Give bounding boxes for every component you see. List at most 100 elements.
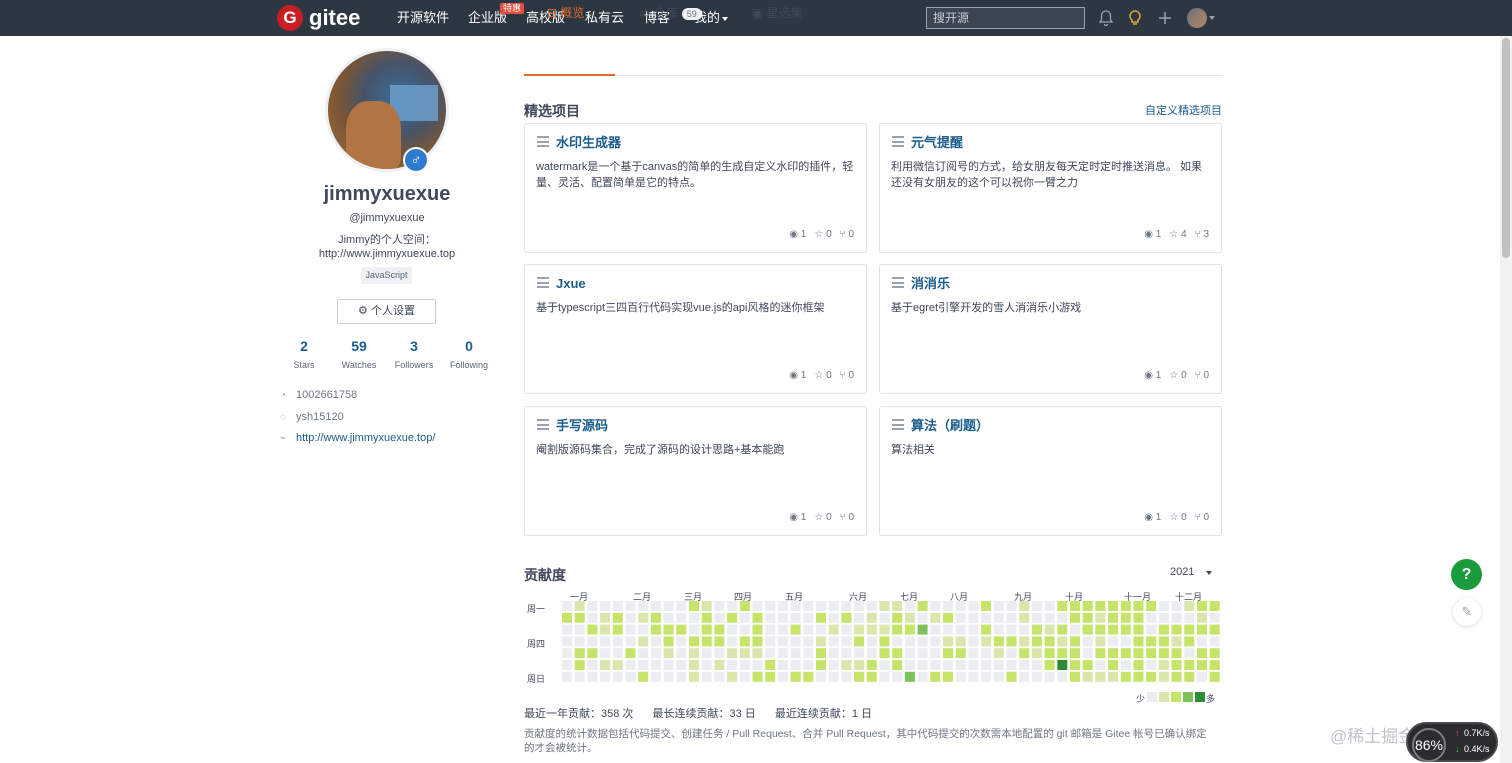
heatmap-cell[interactable] — [993, 612, 1004, 623]
heatmap-cell[interactable] — [1120, 612, 1131, 623]
heatmap-cell[interactable] — [828, 601, 839, 611]
heatmap-cell[interactable] — [917, 660, 928, 670]
heatmap-cell[interactable] — [612, 636, 623, 647]
heatmap-cell[interactable] — [752, 624, 763, 635]
heatmap-cell[interactable] — [866, 612, 877, 623]
heatmap-cell[interactable] — [612, 624, 623, 635]
heatmap-cell[interactable] — [1158, 624, 1169, 635]
customize-featured-link[interactable]: 自定义精选项目 — [1145, 102, 1222, 118]
chevron-down-icon[interactable] — [1209, 16, 1215, 20]
heatmap-cell[interactable] — [562, 624, 572, 635]
heatmap-cell[interactable] — [828, 660, 839, 670]
heatmap-cell[interactable] — [1133, 648, 1144, 659]
heatmap-cell[interactable] — [904, 624, 915, 635]
heatmap-cell[interactable] — [752, 601, 763, 611]
heatmap-cell[interactable] — [1070, 601, 1080, 611]
heatmap-cell[interactable] — [1095, 612, 1106, 623]
heatmap-cell[interactable] — [828, 636, 839, 647]
heatmap-cell[interactable] — [1146, 624, 1157, 635]
heatmap-cell[interactable] — [689, 624, 699, 635]
heatmap-cell[interactable] — [752, 671, 763, 682]
heatmap-cell[interactable] — [981, 648, 992, 659]
heatmap-cell[interactable] — [650, 636, 661, 647]
heatmap-cell[interactable] — [663, 660, 674, 670]
project-title[interactable]: 手写源码 — [556, 418, 608, 433]
heatmap-cell[interactable] — [1197, 648, 1207, 659]
lightbulb-icon[interactable] — [1127, 9, 1143, 27]
heatmap-cell[interactable] — [1031, 636, 1042, 647]
heatmap-cell[interactable] — [1057, 636, 1068, 647]
heatmap-cell[interactable] — [1006, 624, 1017, 635]
heatmap-cell[interactable] — [625, 648, 636, 659]
heatmap-cell[interactable] — [727, 636, 738, 647]
heatmap-cell[interactable] — [663, 624, 674, 635]
heatmap-cell[interactable] — [930, 671, 941, 682]
stat-watches[interactable]: 59 Watches — [332, 338, 386, 370]
heatmap-cell[interactable] — [638, 612, 649, 623]
heatmap-cell[interactable] — [676, 612, 687, 623]
heatmap-cell[interactable] — [917, 636, 928, 647]
heatmap-cell[interactable] — [993, 601, 1004, 611]
heatmap-cell[interactable] — [587, 671, 598, 682]
heatmap-cell[interactable] — [765, 612, 776, 623]
heatmap-cell[interactable] — [1031, 660, 1042, 670]
heatmap-cell[interactable] — [841, 648, 852, 659]
project-title[interactable]: 消消乐 — [911, 276, 950, 291]
heatmap-cell[interactable] — [866, 660, 877, 670]
heatmap-cell[interactable] — [892, 648, 903, 659]
heatmap-cell[interactable] — [1146, 648, 1157, 659]
heatmap-cell[interactable] — [1120, 660, 1131, 670]
heatmap-cell[interactable] — [968, 660, 979, 670]
heatmap-cell[interactable] — [727, 612, 738, 623]
heatmap-cell[interactable] — [1171, 660, 1182, 670]
heatmap-cell[interactable] — [727, 660, 738, 670]
heatmap-cell[interactable] — [917, 612, 928, 623]
heatmap-cell[interactable] — [828, 624, 839, 635]
heatmap-cell[interactable] — [1158, 636, 1169, 647]
heatmap-cell[interactable] — [1006, 648, 1017, 659]
heatmap-cell[interactable] — [1019, 671, 1030, 682]
heatmap-cell[interactable] — [663, 648, 674, 659]
tab-star-collections[interactable]: ▣ 星选集 — [752, 6, 803, 20]
heatmap-cell[interactable] — [841, 671, 852, 682]
heatmap-cell[interactable] — [816, 612, 826, 623]
heatmap-cell[interactable] — [663, 671, 674, 682]
heatmap-cell[interactable] — [625, 671, 636, 682]
heatmap-cell[interactable] — [638, 624, 649, 635]
heatmap-cell[interactable] — [1082, 648, 1093, 659]
nav-open-source[interactable]: 开源软件 — [397, 10, 449, 26]
heatmap-cell[interactable] — [879, 671, 890, 682]
heatmap-cell[interactable] — [866, 636, 877, 647]
heatmap-cell[interactable] — [1044, 671, 1055, 682]
heatmap-cell[interactable] — [828, 612, 839, 623]
heatmap-cell[interactable] — [612, 660, 623, 670]
heatmap-cell[interactable] — [739, 648, 750, 659]
heatmap-cell[interactable] — [816, 648, 826, 659]
heatmap-cell[interactable] — [701, 636, 712, 647]
heatmap-cell[interactable] — [1108, 636, 1119, 647]
heatmap-cell[interactable] — [1095, 671, 1106, 682]
heatmap-cell[interactable] — [1019, 624, 1030, 635]
heatmap-cell[interactable] — [803, 660, 814, 670]
heatmap-cell[interactable] — [1044, 612, 1055, 623]
heatmap-cell[interactable] — [1133, 671, 1144, 682]
heatmap-cell[interactable] — [981, 601, 992, 611]
heatmap-cell[interactable] — [574, 671, 585, 682]
heatmap-cell[interactable] — [1184, 671, 1195, 682]
search-input[interactable] — [926, 7, 1085, 29]
heatmap-cell[interactable] — [1209, 636, 1220, 647]
heatmap-cell[interactable] — [1209, 671, 1220, 682]
heatmap-cell[interactable] — [650, 648, 661, 659]
heatmap-cell[interactable] — [701, 624, 712, 635]
heatmap-cell[interactable] — [955, 601, 966, 611]
heatmap-cell[interactable] — [1070, 636, 1080, 647]
heatmap-cell[interactable] — [1209, 660, 1220, 670]
heatmap-cell[interactable] — [943, 601, 953, 611]
heatmap-cell[interactable] — [1031, 601, 1042, 611]
heatmap-cell[interactable] — [562, 601, 572, 611]
heatmap-cell[interactable] — [574, 624, 585, 635]
heatmap-cell[interactable] — [650, 660, 661, 670]
heatmap-cell[interactable] — [765, 624, 776, 635]
heatmap-cell[interactable] — [930, 601, 941, 611]
plus-icon[interactable] — [1157, 9, 1173, 27]
